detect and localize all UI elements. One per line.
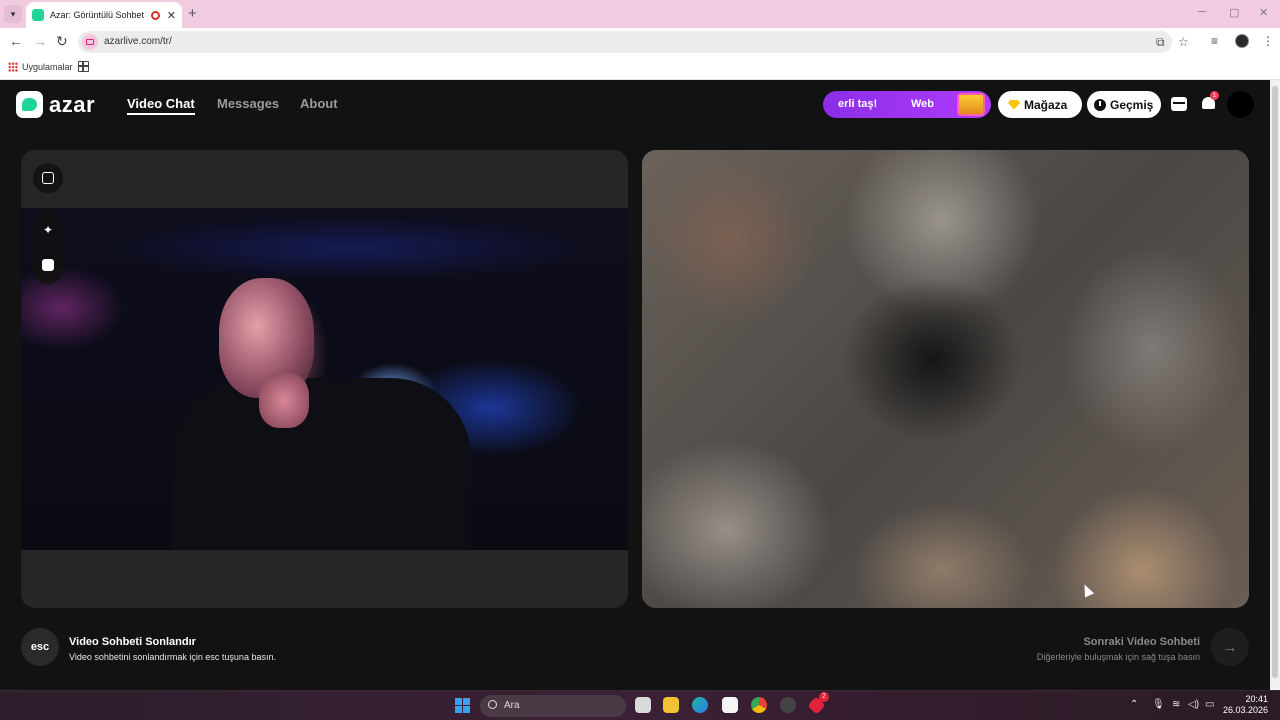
forward-arrow-icon[interactable]: → [33, 34, 47, 48]
taskbar-search[interactable]: Ara [480, 695, 626, 717]
tab-groups-icon[interactable] [78, 61, 89, 72]
logo-text: azar [49, 91, 96, 117]
notification-badge: 1 [1210, 91, 1219, 100]
clock-display[interactable]: 20:41 26.03.2026 [1223, 694, 1268, 716]
next-chat-title: Sonraki Video Sohbeti [1083, 636, 1200, 648]
nav-about[interactable]: About [300, 96, 338, 111]
minimize-button[interactable]: ─ [1198, 6, 1206, 18]
store-app-icon[interactable] [722, 697, 738, 713]
clock-icon [1094, 98, 1106, 111]
browser-tab[interactable]: Azar: Görüntülü Sohbet & V ✕ [26, 2, 182, 28]
history-button[interactable]: Geçmiş [1087, 91, 1161, 118]
windows-start-icon[interactable] [455, 698, 470, 713]
back-arrow-icon[interactable]: ← [9, 34, 23, 48]
volume-icon[interactable]: ◁) [1188, 699, 1199, 710]
apps-grid-icon[interactable] [8, 62, 18, 72]
next-chat-button[interactable]: → [1211, 628, 1249, 666]
nav-video-chat[interactable]: Video Chat [127, 96, 195, 115]
browser-toolbar: ← → ↻ azarlive.com/tr/ ⧉ ☆ ≡ ⋮ [0, 28, 1280, 56]
promo-text-b: Web [911, 98, 935, 110]
tab-list-chevron-icon[interactable]: ▾ [4, 5, 22, 23]
face-mask-icon[interactable] [37, 254, 59, 276]
expand-icon[interactable] [37, 167, 59, 189]
end-chat-subtitle: Video sohbetini sonlandırmak için esc tu… [69, 652, 276, 662]
page-scrollbar[interactable] [1270, 80, 1280, 690]
profile-avatar-icon[interactable] [1235, 34, 1249, 48]
user-avatar[interactable] [1227, 91, 1254, 118]
history-label: Geçmiş [1110, 97, 1154, 112]
new-tab-button[interactable]: + [188, 5, 197, 22]
date-text: 26.03.2026 [1222, 705, 1268, 715]
shop-label: Mağaza [1024, 97, 1068, 112]
window-close-button[interactable]: ✕ [1259, 6, 1268, 19]
person-hand [259, 373, 309, 428]
browser-menu-icon[interactable]: ⋮ [1262, 34, 1274, 48]
magic-wand-icon[interactable]: ✦ [37, 219, 59, 241]
diamond-icon [1008, 99, 1020, 110]
tab-title: Azar: Görüntülü Sohbet & V [50, 10, 147, 20]
maximize-button[interactable]: ▢ [1229, 6, 1239, 19]
tray-chevron-icon[interactable]: ⌃ [1130, 699, 1138, 710]
edge-browser-icon[interactable] [692, 697, 708, 713]
treasure-chest-icon [957, 93, 985, 116]
promo-text-a: erli taş! [838, 98, 878, 110]
shop-button[interactable]: Mağaza [998, 91, 1082, 118]
obs-icon[interactable] [780, 697, 796, 713]
recording-indicator-icon [150, 10, 160, 20]
chrome-icon[interactable] [751, 697, 767, 713]
azar-favicon-icon [32, 9, 44, 21]
apps-bookmark[interactable]: Uygulamalar [22, 62, 73, 72]
search-icon [488, 700, 497, 709]
azar-logo[interactable]: azar [16, 91, 95, 118]
self-camera-feed [21, 208, 628, 550]
taskbar-search-label: Ara [504, 700, 520, 711]
file-explorer-icon[interactable] [663, 697, 679, 713]
battery-icon[interactable]: ▭ [1205, 699, 1214, 710]
nav-messages[interactable]: Messages [217, 96, 279, 111]
time-text: 20:41 [1245, 694, 1268, 704]
end-chat-title: Video Sohbeti Sonlandır [69, 636, 196, 648]
site-camera-icon[interactable] [82, 34, 98, 50]
media-controls-icon[interactable]: ≡ [1211, 34, 1218, 48]
task-view-icon[interactable] [635, 697, 651, 713]
reload-icon[interactable]: ↻ [56, 34, 68, 48]
browser-tab-bar: ▾ Azar: Görüntülü Sohbet & V ✕ + ─ ▢ ✕ [0, 0, 1280, 28]
windows-taskbar: Ara 2 ⌃ 🎙 ≋ ◁) ▭ 20:41 26.03.2026 [0, 690, 1280, 720]
person-body [171, 378, 471, 550]
end-chat-button[interactable]: esc [21, 628, 59, 666]
install-app-icon[interactable]: ⧉ [1156, 35, 1165, 50]
promo-banner[interactable]: erli taş! Web [823, 91, 991, 118]
inventory-box-icon[interactable] [1171, 97, 1187, 111]
bookmarks-bar: Uygulamalar [0, 56, 1280, 80]
blurred-remote-feed [642, 150, 1249, 608]
tab-close-icon[interactable]: ✕ [167, 9, 176, 22]
bookmark-star-icon[interactable]: ☆ [1178, 35, 1189, 49]
azar-page: azar Video Chat Messages About erli taş!… [0, 80, 1270, 690]
microphone-icon[interactable]: 🎙 [1152, 699, 1165, 710]
remote-video-panel [642, 150, 1249, 608]
self-video-panel: ✦ [21, 150, 628, 608]
azar-logo-icon [16, 91, 43, 118]
address-bar[interactable]: azarlive.com/tr/ ⧉ ☆ [78, 31, 1189, 53]
app-badge: 2 [819, 692, 829, 702]
url-text[interactable]: azarlive.com/tr/ [104, 36, 172, 47]
next-chat-subtitle: Diğerleriyle buluşmak için sağ tuşa bası… [1036, 652, 1200, 662]
effect-tools: ✦ [33, 212, 63, 284]
wifi-icon[interactable]: ≋ [1172, 699, 1180, 710]
video-tools [33, 163, 63, 193]
